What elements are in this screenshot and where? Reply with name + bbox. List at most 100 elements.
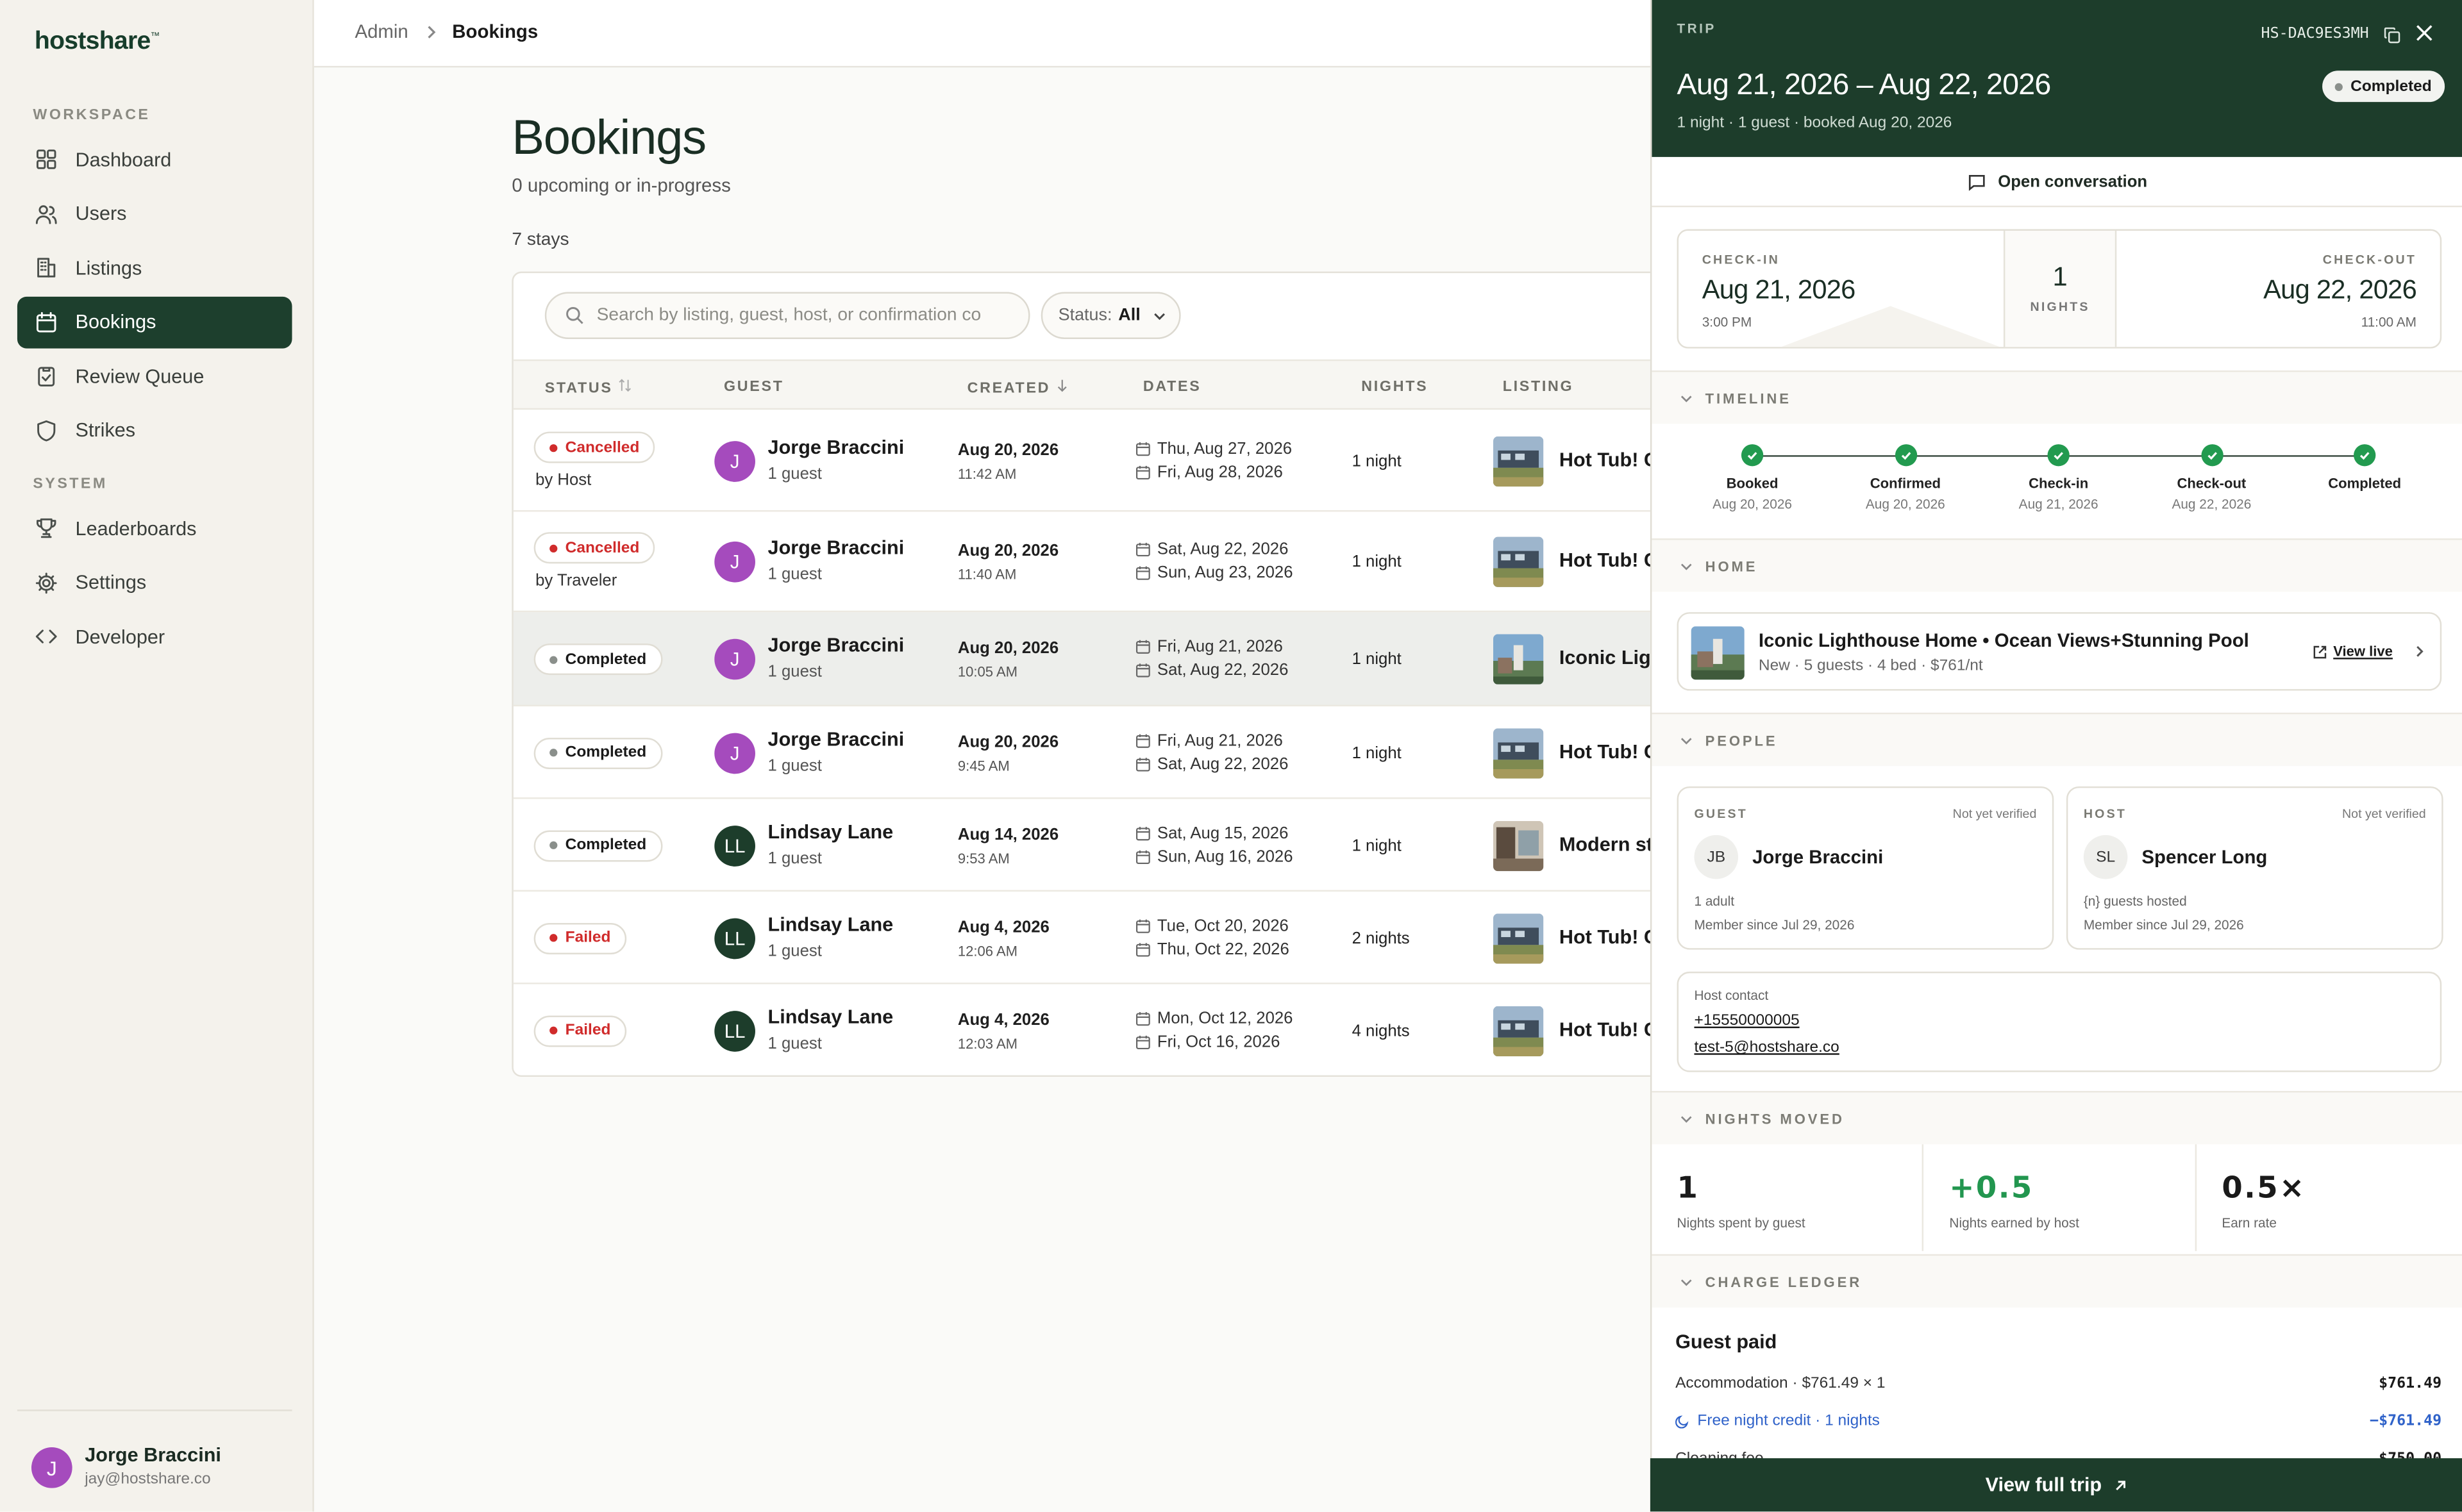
host-guests-hosted: {n} guests hosted: [2083, 893, 2187, 909]
brand-logo[interactable]: hostshare™: [35, 28, 160, 56]
listing-name[interactable]: Iconic Ligh: [1559, 647, 1663, 669]
open-conversation-button[interactable]: Open conversation: [1652, 157, 2462, 208]
nights-count: 1 night: [1352, 552, 1402, 572]
table-row[interactable]: Completed LL Lindsay Lane 1 guest Aug 14, 20…: [513, 799, 1704, 892]
table-row[interactable]: Failed LL Lindsay Lane 1 guest Aug 4, 2026 12…: [514, 984, 1704, 1076]
view-full-trip-button[interactable]: View full trip: [1650, 1458, 2462, 1512]
check-in-date: Sat, Aug 15, 2026: [1135, 824, 1288, 842]
column-status[interactable]: STATUS: [545, 378, 632, 397]
listing-name[interactable]: Modern st: [1559, 833, 1653, 854]
nights-value: 1: [2052, 262, 2068, 292]
ledger-item-amount: $761.49: [2379, 1375, 2442, 1393]
check-circle-icon: [1894, 444, 1917, 467]
view-live-link[interactable]: View live: [2313, 644, 2393, 660]
calendar-icon: [1135, 733, 1150, 747]
status-filter-value: All: [1118, 306, 1141, 325]
check-in-date: Thu, Aug 27, 2026: [1135, 440, 1292, 458]
sidebar-item-listings[interactable]: Listings: [17, 242, 292, 294]
created-time: 10:05 AM: [957, 663, 1018, 680]
users-icon: [35, 204, 57, 224]
status-filter-dropdown[interactable]: Status: All: [1041, 292, 1181, 339]
listing-thumbnail: [1493, 436, 1544, 487]
current-user-avatar[interactable]: J: [31, 1447, 72, 1488]
sidebar: hostshare™ WORKSPACE Dashboard Users Listi…: [0, 0, 314, 1512]
table-row[interactable]: Cancelled by Traveler J Jorge Braccini 1 gue…: [513, 511, 1704, 613]
host-phone-link[interactable]: +15550000005: [1694, 1013, 1799, 1030]
checkin-checkout-box: CHECK-IN Aug 21, 2026 3:00 PM 1 NIGHTS C…: [1677, 229, 2442, 349]
nights-count: 1 night: [1352, 452, 1402, 471]
created-date: Aug 4, 2026: [957, 917, 1050, 936]
ledger-row: Free night credit · 1 nights −$761.49: [1675, 1413, 2441, 1438]
section-nights-moved-toggle[interactable]: NIGHTS MOVED: [1652, 1091, 2462, 1145]
table-header: STATUS GUEST CREATED DATES NIGHTS LISTIN…: [513, 359, 1704, 410]
section-home-toggle[interactable]: HOME: [1652, 538, 2462, 592]
calendar-icon: [1135, 942, 1150, 956]
home-card[interactable]: Iconic Lighthouse Home • Ocean Views+Stu…: [1677, 612, 2442, 691]
table-row[interactable]: Completed J Jorge Braccini 1 guest Aug 20, 2…: [513, 706, 1704, 799]
host-card[interactable]: HOST Not yet verified SL Spencer Long {n…: [2066, 786, 2443, 950]
bookings-table-card: Search by listing, guest, host, or confi…: [512, 271, 1705, 1077]
arrow-up-right-icon: [2115, 1480, 2125, 1490]
sidebar-item-settings[interactable]: Settings: [17, 556, 292, 608]
timeline-step-label: Check-out: [2177, 476, 2247, 492]
check-out-date: Sun, Aug 16, 2026: [1135, 847, 1293, 866]
chevron-right-icon[interactable]: [2413, 644, 2426, 659]
created-date: Aug 4, 2026: [957, 1009, 1050, 1029]
check-out-date: Fri, Aug 28, 2026: [1135, 463, 1283, 482]
host-email-link[interactable]: test-5@hostshare.co: [1694, 1039, 1839, 1056]
chevron-right-icon: [424, 21, 438, 49]
section-timeline-toggle[interactable]: TIMELINE: [1652, 370, 2462, 424]
guest-count: 1 guest: [767, 848, 822, 868]
checkout-time: 11:00 AM: [2361, 313, 2417, 330]
sidebar-item-label: Developer: [75, 625, 165, 648]
listing-name[interactable]: Hot Tub! C: [1559, 449, 1658, 470]
copy-icon[interactable]: [2384, 24, 2401, 52]
sidebar-item-developer[interactable]: Developer: [17, 611, 292, 663]
current-user-email: jay@hostshare.co: [85, 1470, 211, 1488]
listing-name[interactable]: Hot Tub! C: [1559, 549, 1658, 571]
calendar-icon: [1135, 757, 1150, 771]
calendar-icon: [1135, 1011, 1150, 1026]
sidebar-item-review-queue[interactable]: Review Queue: [17, 350, 292, 402]
chevron-down-icon: [1680, 563, 1692, 570]
home-name: Iconic Lighthouse Home • Ocean Views+Stu…: [1758, 629, 2249, 652]
nights-moved-stat: 1 Nights spent by guest: [1652, 1144, 1924, 1251]
checkin-date: Aug 21, 2026: [1702, 274, 1856, 305]
search-input[interactable]: Search by listing, guest, host, or confi…: [544, 292, 1030, 339]
guest-member-since: Member since Jul 29, 2026: [1694, 917, 1855, 933]
sidebar-item-bookings[interactable]: Bookings: [17, 295, 292, 348]
guest-card[interactable]: GUEST Not yet verified JB Jorge Braccini…: [1677, 786, 2054, 950]
guest-verification: Not yet verified: [1952, 806, 2037, 821]
timeline-step-check-in: Check-in Aug 21, 2026: [1988, 444, 2129, 511]
listing-name[interactable]: Hot Tub! C: [1559, 1018, 1658, 1040]
check-out-date: Sat, Aug 22, 2026: [1135, 754, 1288, 773]
sidebar-item-strikes[interactable]: Strikes: [17, 404, 292, 456]
sidebar-item-leaderboards[interactable]: Leaderboards: [17, 503, 292, 554]
breadcrumb-admin[interactable]: Admin: [355, 21, 408, 42]
nights-moved-value: 1: [1677, 1170, 1700, 1206]
trip-status-badge: Completed: [2322, 71, 2445, 103]
table-row[interactable]: Completed J Jorge Braccini 1 guest Aug 20, 2…: [513, 612, 1704, 707]
listing-name[interactable]: Hot Tub! C: [1559, 926, 1658, 947]
sidebar-item-users[interactable]: Users: [17, 188, 292, 240]
column-nights: NIGHTS: [1361, 378, 1428, 396]
section-people-toggle[interactable]: PEOPLE: [1652, 712, 2462, 767]
nights-label: NIGHTS: [2030, 299, 2090, 314]
code-icon: [35, 629, 57, 644]
table-row[interactable]: Cancelled by Host J Jorge Braccini 1 guest Au…: [513, 411, 1704, 512]
external-link-icon: [2313, 645, 2327, 658]
check-in-date: Tue, Oct 20, 2026: [1135, 916, 1289, 935]
listing-thumbnail: [1493, 913, 1544, 963]
home-meta: New · 5 guests · 4 bed · $761/nt: [1758, 658, 1983, 676]
status-badge: Completed: [533, 644, 662, 676]
host-verification: Not yet verified: [2342, 806, 2426, 821]
close-icon[interactable]: [2415, 22, 2434, 50]
table-row[interactable]: Failed LL Lindsay Lane 1 guest Aug 4, 2026 12…: [513, 892, 1704, 984]
timeline-step-booked: Booked Aug 20, 2026: [1682, 444, 1823, 511]
column-created[interactable]: CREATED: [967, 378, 1068, 397]
listing-name[interactable]: Hot Tub! C: [1559, 740, 1658, 762]
sidebar-item-label: Review Queue: [75, 365, 205, 387]
sidebar-item-dashboard[interactable]: Dashboard: [17, 133, 292, 185]
section-charge-ledger-toggle[interactable]: CHARGE LEDGER: [1652, 1254, 2462, 1308]
trip-kicker: TRIP: [1677, 20, 1716, 37]
